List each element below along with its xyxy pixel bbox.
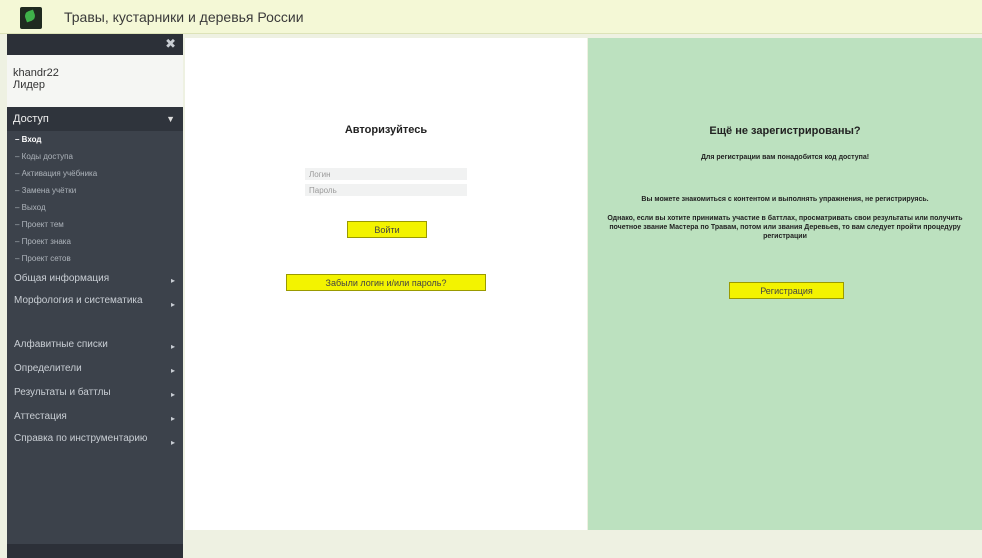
chevron-right-icon: ▸: [170, 366, 175, 375]
password-input[interactable]: [305, 184, 467, 196]
sidebar-section-access[interactable]: Доступ ▼: [7, 107, 183, 131]
sidebar-item-label: Результаты и баттлы: [14, 387, 111, 398]
sidebar-item-general-info[interactable]: Общая информация ▸: [7, 267, 183, 291]
sidebar-item-label: Определители: [14, 363, 82, 374]
sidebar-item-keys[interactable]: Определители ▸: [7, 357, 183, 381]
forgot-password-button[interactable]: Забыли логин и/или пароль?: [286, 274, 486, 291]
user-name: khandr22: [13, 67, 59, 79]
sidebar-item-label: Общая информация: [14, 273, 110, 284]
sidebar-subitem[interactable]: – Замена учётки: [7, 182, 183, 199]
sidebar-subitem[interactable]: – Проект сетов: [7, 250, 183, 267]
sidebar-item-label: Справка по инструментарию: [14, 433, 148, 444]
chevron-right-icon: ▸: [170, 342, 175, 351]
chevron-right-icon: ▸: [170, 414, 175, 423]
site-title[interactable]: Травы, кустарники и деревья России: [64, 9, 304, 25]
sidebar-item-morphology[interactable]: Морфология и систематика ▸: [7, 291, 183, 333]
sidebar-subitem[interactable]: – Коды доступа: [7, 148, 183, 165]
sidebar-footer: [7, 544, 183, 558]
chevron-down-icon: ▼: [166, 114, 175, 124]
sidebar-item-label: Алфавитные списки: [14, 339, 108, 350]
sidebar-subitem[interactable]: – Активация учёбника: [7, 165, 183, 182]
login-button[interactable]: Войти: [347, 221, 427, 238]
sidebar-item-label: Морфология и систематика: [14, 295, 143, 306]
user-role: Лидер: [13, 79, 46, 91]
user-box: khandr22 Лидер: [7, 55, 183, 107]
chevron-right-icon: ▸: [170, 390, 175, 399]
sidebar-nav: Доступ ▼ – Вход – Коды доступа – Активац…: [7, 107, 183, 471]
login-panel: Авторизуйтесь Войти Забыли логин и/или п…: [185, 38, 587, 530]
sidebar-item-alphabetical[interactable]: Алфавитные списки ▸: [7, 333, 183, 357]
chevron-right-icon: ▸: [170, 438, 175, 447]
register-panel: Ещё не зарегистрированы? Для регистрации…: [588, 38, 982, 530]
sidebar-subitem[interactable]: – Проект знака: [7, 233, 183, 250]
sidebar-item-label: Аттестация: [14, 411, 67, 422]
register-button[interactable]: Регистрация: [729, 282, 844, 299]
chevron-right-icon: ▸: [170, 276, 175, 285]
sidebar: ✖ khandr22 Лидер Доступ ▼ – Вход – Коды …: [7, 34, 183, 558]
sidebar-subitem-login[interactable]: – Вход: [7, 131, 183, 148]
chevron-right-icon: ▸: [170, 300, 175, 309]
register-paragraph: Вы можете знакомиться с контентом и выпо…: [641, 196, 929, 203]
register-note: Для регистрации вам понадобится код дост…: [700, 154, 870, 161]
sidebar-item-help[interactable]: Справка по инструментарию ▸: [7, 429, 183, 471]
section-label: Доступ: [13, 113, 49, 125]
register-paragraph: Однако, если вы хотите принимать участие…: [607, 215, 963, 240]
top-header: Травы, кустарники и деревья России: [0, 0, 982, 34]
login-input[interactable]: [305, 168, 467, 180]
sidebar-top-bar: ✖: [7, 34, 183, 55]
close-icon[interactable]: ✖: [165, 36, 176, 52]
login-title: Авторизуйтесь: [344, 124, 428, 136]
sidebar-subitem[interactable]: – Выход: [7, 199, 183, 216]
leaf-logo-icon[interactable]: [20, 7, 42, 29]
sidebar-item-results[interactable]: Результаты и баттлы ▸: [7, 381, 183, 405]
register-title: Ещё не зарегистрированы?: [709, 125, 861, 137]
bottom-bar: [185, 530, 982, 558]
sidebar-subitem[interactable]: – Проект тем: [7, 216, 183, 233]
sidebar-item-attestation[interactable]: Аттестация ▸: [7, 405, 183, 429]
